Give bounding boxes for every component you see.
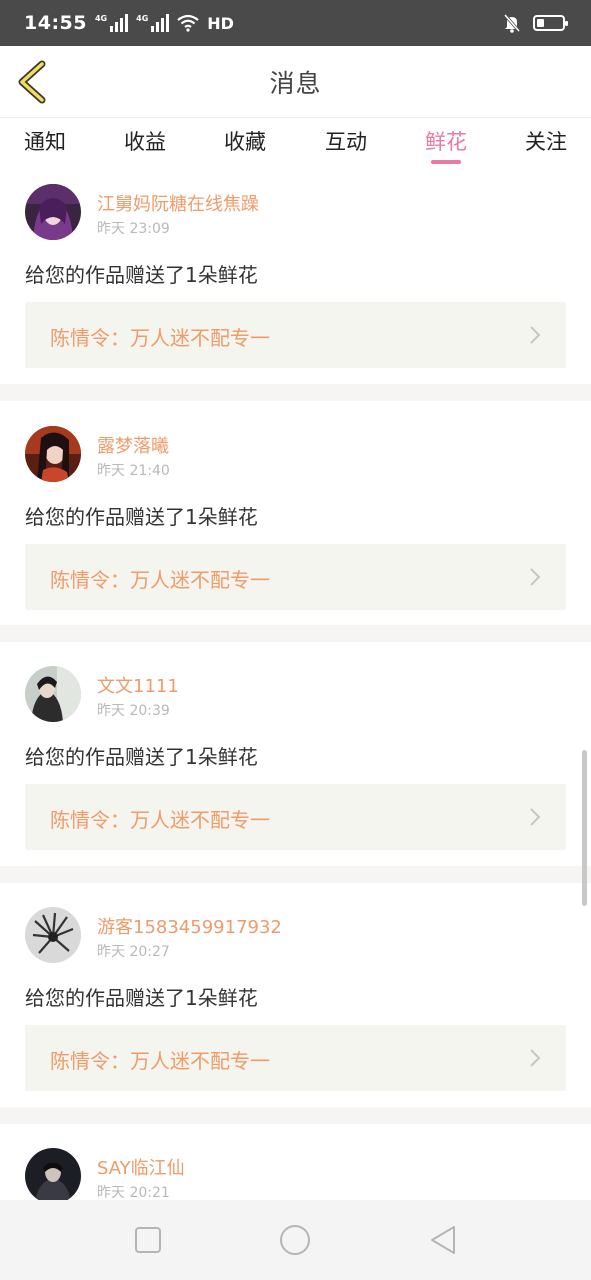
- work-link[interactable]: 陈情令：万人迷不配专一: [25, 784, 566, 850]
- tab-earnings[interactable]: 收益: [124, 126, 166, 156]
- tab-favorites[interactable]: 收藏: [224, 126, 266, 156]
- username[interactable]: 露梦落曦: [97, 432, 169, 458]
- system-nav-bar: [0, 1200, 591, 1280]
- timestamp: 昨天 20:27: [97, 944, 170, 960]
- header: 消息: [0, 46, 591, 118]
- tab-following[interactable]: 关注: [525, 126, 567, 156]
- message-text: 给您的作品赠送了1朵鲜花: [25, 986, 258, 1010]
- list-item: 江舅妈阮糖在线焦躁 昨天 23:09 给您的作品赠送了1朵鲜花 陈情令：万人迷不…: [0, 168, 591, 384]
- avatar[interactable]: [25, 666, 81, 722]
- message-text: 给您的作品赠送了1朵鲜花: [25, 263, 258, 287]
- divider: [0, 625, 591, 642]
- list-item: 露梦落曦 昨天 21:40 给您的作品赠送了1朵鲜花 陈情令：万人迷不配专一: [0, 401, 591, 617]
- tab-flowers[interactable]: 鲜花: [425, 126, 467, 156]
- work-title: 陈情令：万人迷不配专一: [50, 568, 270, 592]
- status-bar: 14:55 4G 4G HD: [0, 0, 591, 46]
- work-title: 陈情令：万人迷不配专一: [50, 326, 270, 350]
- chevron-right-icon: [530, 568, 541, 586]
- list-item: SAY临江仙 昨天 20:21: [0, 1124, 591, 1200]
- tab-bar: 通知 收益 收藏 互动 鲜花 关注: [0, 118, 591, 168]
- status-left: 14:55 4G 4G HD: [24, 12, 234, 34]
- avatar[interactable]: [25, 907, 81, 963]
- avatar[interactable]: [25, 184, 81, 240]
- square-icon[interactable]: [130, 1222, 166, 1258]
- message-text: 给您的作品赠送了1朵鲜花: [25, 505, 258, 529]
- username[interactable]: 文文1111: [97, 672, 179, 698]
- avatar[interactable]: [25, 426, 81, 482]
- tab-notifications[interactable]: 通知: [24, 126, 66, 156]
- message-text: 给您的作品赠送了1朵鲜花: [25, 745, 258, 769]
- divider: [0, 1107, 591, 1124]
- status-right: [503, 13, 568, 33]
- hd-label: HD: [207, 13, 234, 33]
- triangle-back-icon[interactable]: [425, 1222, 461, 1258]
- avatar[interactable]: [25, 1148, 81, 1200]
- chevron-right-icon: [530, 326, 541, 344]
- signal-label: 4G: [94, 14, 108, 23]
- timestamp: 昨天 23:09: [97, 221, 170, 237]
- status-time: 14:55: [24, 12, 87, 34]
- chevron-left-icon[interactable]: [14, 60, 50, 104]
- mute-icon: [503, 14, 521, 33]
- username[interactable]: 游客1583459917932: [97, 913, 282, 939]
- tab-active-indicator: [431, 160, 461, 164]
- list-item: 文文1111 昨天 20:39 给您的作品赠送了1朵鲜花 陈情令：万人迷不配专一: [0, 642, 591, 858]
- work-title: 陈情令：万人迷不配专一: [50, 1049, 270, 1073]
- work-link[interactable]: 陈情令：万人迷不配专一: [25, 1025, 566, 1091]
- username[interactable]: SAY临江仙: [97, 1154, 185, 1180]
- signal-icon: 4G: [136, 14, 170, 32]
- divider: [0, 384, 591, 401]
- username[interactable]: 江舅妈阮糖在线焦躁: [97, 190, 259, 216]
- list-item: 游客1583459917932 昨天 20:27 给您的作品赠送了1朵鲜花 陈情…: [0, 883, 591, 1099]
- work-link[interactable]: 陈情令：万人迷不配专一: [25, 302, 566, 368]
- circle-icon[interactable]: [277, 1222, 313, 1258]
- timestamp: 昨天 21:40: [97, 463, 170, 479]
- chevron-right-icon: [530, 1049, 541, 1067]
- wifi-icon: [177, 14, 199, 32]
- work-link[interactable]: 陈情令：万人迷不配专一: [25, 544, 566, 610]
- timestamp: 昨天 20:21: [97, 1185, 170, 1200]
- chevron-right-icon: [530, 808, 541, 826]
- page-title: 消息: [269, 68, 322, 98]
- timestamp: 昨天 20:39: [97, 703, 170, 719]
- signal-icon: 4G: [94, 14, 129, 32]
- divider: [0, 866, 591, 883]
- battery-icon: [533, 15, 568, 31]
- signal-label: 4G: [136, 14, 149, 23]
- work-title: 陈情令：万人迷不配专一: [50, 808, 270, 832]
- flower-feed[interactable]: 江舅妈阮糖在线焦躁 昨天 23:09 给您的作品赠送了1朵鲜花 陈情令：万人迷不…: [0, 168, 591, 1200]
- tab-interactions[interactable]: 互动: [325, 126, 367, 156]
- scrollbar[interactable]: [582, 750, 587, 906]
